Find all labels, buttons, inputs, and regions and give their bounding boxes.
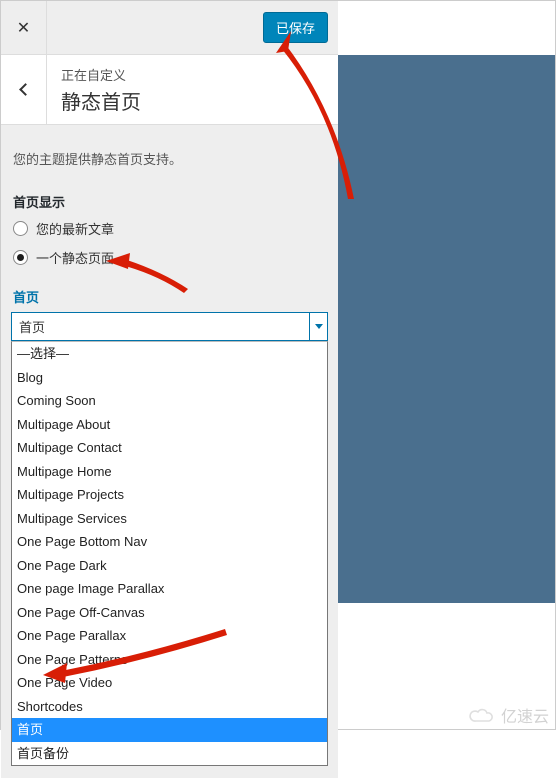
select-option[interactable]: One Page Video xyxy=(12,671,327,695)
select-option[interactable]: One Page Patterns xyxy=(12,648,327,672)
topbar: ✕ 已保存 xyxy=(1,1,338,55)
select-option[interactable]: 首页备份 xyxy=(12,742,327,766)
radio-latest-posts[interactable]: 您的最新文章 xyxy=(13,219,326,238)
select-option[interactable]: Shortcodes xyxy=(12,695,327,719)
select-option[interactable]: One Page Bottom Nav xyxy=(12,530,327,554)
select-option[interactable]: Multipage Projects xyxy=(12,483,327,507)
select-option[interactable]: 首页 xyxy=(12,718,327,742)
select-option[interactable]: One page Image Parallax xyxy=(12,577,327,601)
select-option[interactable]: Multipage Home xyxy=(12,460,327,484)
front-display-label: 首页显示 xyxy=(13,192,326,211)
radio-label: 您的最新文章 xyxy=(36,219,114,238)
select-caret[interactable] xyxy=(309,313,327,340)
customizing-label: 正在自定义 xyxy=(61,65,141,84)
section-title: 静态首页 xyxy=(61,86,141,115)
theme-note: 您的主题提供静态首页支持。 xyxy=(13,149,326,168)
select-option[interactable]: Blog xyxy=(12,366,327,390)
select-option[interactable]: One Page Off-Canvas xyxy=(12,601,327,625)
radio-icon xyxy=(13,250,28,265)
close-icon: ✕ xyxy=(17,18,30,38)
select-option[interactable]: Coming Soon xyxy=(12,389,327,413)
select-option[interactable]: One Page Dark xyxy=(12,554,327,578)
front-page-options[interactable]: —选择—BlogComing SoonMultipage AboutMultip… xyxy=(11,341,328,766)
close-button[interactable]: ✕ xyxy=(1,1,47,55)
watermark: 亿速云 xyxy=(469,703,549,727)
radio-icon xyxy=(13,221,28,236)
chevron-left-icon xyxy=(19,83,32,96)
section-header: 正在自定义 静态首页 xyxy=(1,55,338,125)
select-option[interactable]: One Page Parallax xyxy=(12,624,327,648)
chevron-down-icon xyxy=(315,324,323,329)
front-page-field-label: 首页 xyxy=(13,287,326,306)
cloud-icon xyxy=(469,707,497,723)
radio-label: 一个静态页面 xyxy=(36,248,114,267)
preview-pane xyxy=(338,55,555,603)
save-button[interactable]: 已保存 xyxy=(263,12,328,43)
select-option[interactable]: Multipage Contact xyxy=(12,436,327,460)
back-button[interactable] xyxy=(1,55,47,125)
radio-static-page[interactable]: 一个静态页面 xyxy=(13,248,326,267)
select-value: 首页 xyxy=(12,313,309,340)
select-option[interactable]: —选择— xyxy=(12,342,327,366)
select-option[interactable]: Multipage Services xyxy=(12,507,327,531)
front-page-select[interactable]: 首页 xyxy=(11,312,328,341)
select-option[interactable]: Multipage About xyxy=(12,413,327,437)
customizer-panel: ✕ 已保存 正在自定义 静态首页 您的主题提供静态首页支持。 首页显示 您的最新… xyxy=(1,1,338,778)
